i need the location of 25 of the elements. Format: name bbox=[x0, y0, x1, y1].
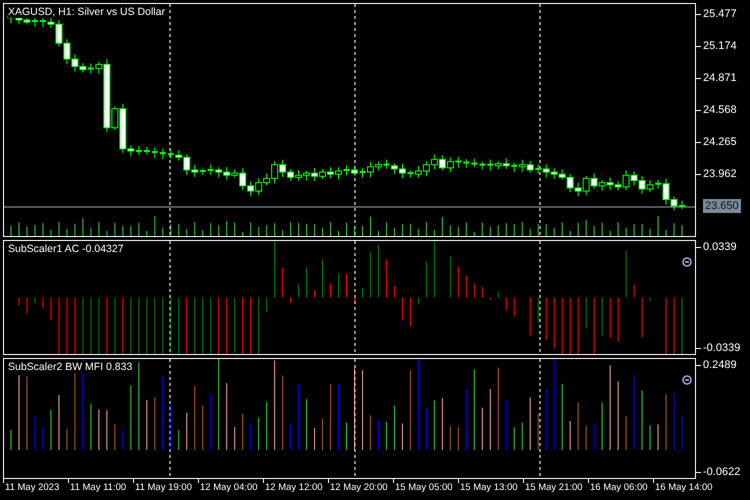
scale-label: 0.2489 bbox=[696, 358, 750, 372]
time-label: 15 May 21:00 bbox=[525, 482, 583, 493]
time-label: 16 May 06:00 bbox=[590, 482, 648, 493]
current-price-tag: 23.650 bbox=[703, 199, 741, 213]
time-label: 15 May 05:00 bbox=[395, 482, 453, 493]
time-label: 11 May 19:00 bbox=[135, 482, 192, 493]
price-label: 24.871 bbox=[696, 71, 750, 85]
time-label: 15 May 13:00 bbox=[460, 482, 518, 493]
time-label: 11 May 2023 bbox=[5, 482, 60, 493]
price-label: 25.477 bbox=[696, 7, 750, 21]
time-label: 12 May 12:00 bbox=[265, 482, 323, 493]
price-label: 24.568 bbox=[696, 103, 750, 117]
scale-label: -0.0339 bbox=[696, 341, 750, 355]
time-label: 12 May 20:00 bbox=[330, 482, 388, 493]
time-label: 11 May 11:00 bbox=[70, 482, 126, 493]
chart-title: XAGUSD, H1: Silver vs US Dollar bbox=[8, 6, 165, 18]
price-label: 23.962 bbox=[696, 167, 750, 181]
scale-label: -0.0622 bbox=[696, 465, 750, 479]
indicator-label: SubScaler1 AC -0.04327 bbox=[8, 243, 124, 255]
scale-label: 0.0339 bbox=[696, 240, 750, 254]
time-label: 12 May 04:00 bbox=[200, 482, 258, 493]
price-label: 25.174 bbox=[696, 39, 750, 53]
price-label: 24.265 bbox=[696, 135, 750, 149]
time-label: 16 May 14:00 bbox=[655, 482, 713, 493]
indicator-label: SubScaler2 BW MFI 0.833 bbox=[8, 361, 132, 373]
